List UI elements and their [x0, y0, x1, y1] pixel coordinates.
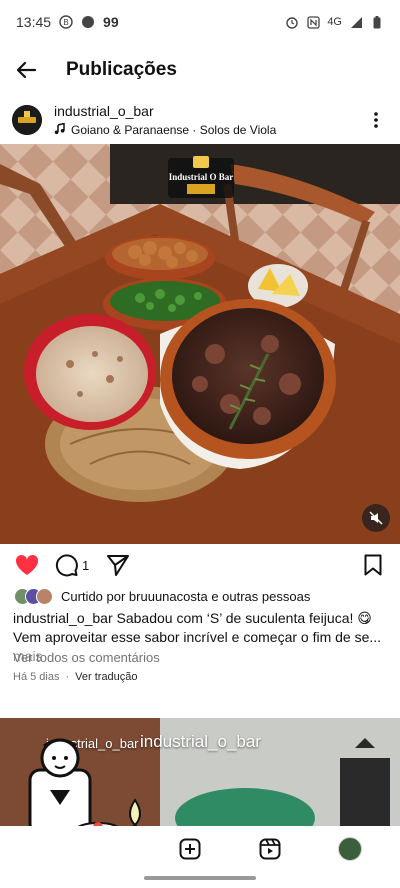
music-note-icon [54, 122, 65, 138]
post-actions: 1 [0, 548, 400, 582]
post-username[interactable]: industrial_o_bar [54, 103, 276, 119]
heart-icon[interactable] [14, 552, 40, 578]
send-icon[interactable] [105, 552, 131, 578]
avatar[interactable] [12, 105, 42, 135]
profile-tab[interactable] [337, 836, 363, 862]
home-indicator[interactable] [144, 876, 256, 880]
food-photo: Industrial O Bar [0, 144, 400, 544]
comment-icon[interactable] [54, 552, 80, 578]
view-comments-link[interactable]: Ver todos os comentários [13, 650, 160, 665]
signal-icon [349, 15, 363, 29]
mute-icon[interactable] [362, 504, 390, 532]
status-bar: 13:45 B 99 4G [0, 0, 400, 44]
nfc-icon [306, 15, 320, 29]
more-vertical-icon[interactable] [364, 105, 388, 135]
music-label: Goiano & Paranaense · Solos de Viola [71, 123, 277, 137]
battery-icon [370, 15, 384, 29]
translate-link[interactable]: Ver tradução [75, 671, 137, 683]
post-music[interactable]: Goiano & Paranaense · Solos de Viola [54, 122, 277, 138]
separator-dot: · [65, 671, 70, 683]
post-time-row: Há 5 dias · Ver tradução [13, 671, 138, 683]
notification-count: 99 [103, 14, 119, 30]
network-type: 4G [327, 16, 342, 28]
page-title: Publicações [66, 59, 177, 80]
caption-username[interactable]: industrial_o_bar [13, 610, 113, 626]
comment-count: 1 [82, 557, 90, 573]
arrow-left-icon[interactable] [0, 44, 52, 96]
alarm-icon [285, 15, 299, 29]
app-bar: Publicações [0, 44, 400, 96]
status-time: 13:45 [16, 14, 52, 30]
bookmark-icon[interactable] [360, 552, 386, 578]
post-time: Há 5 dias [13, 671, 60, 683]
avatar [338, 837, 362, 861]
chat-bubble-icon [81, 15, 95, 29]
liker-avatar [36, 587, 53, 605]
post-media[interactable]: Industrial O Bar [0, 144, 400, 544]
liked-by[interactable]: Curtido por bruuunacosta e outras pessoa… [14, 586, 310, 606]
svg-text:B: B [63, 18, 68, 27]
bottom-nav [0, 826, 400, 872]
add-icon[interactable] [177, 836, 203, 862]
b-app-icon: B [59, 15, 73, 29]
liked-by-text: Curtido por bruuunacosta e outras pessoa… [61, 588, 311, 604]
reels-icon[interactable] [257, 836, 283, 862]
photo-logo-text: Industrial O Bar [169, 172, 234, 182]
liker-avatars [14, 587, 53, 605]
post-header: industrial_o_bar Goiano & Paranaense · S… [0, 98, 400, 142]
